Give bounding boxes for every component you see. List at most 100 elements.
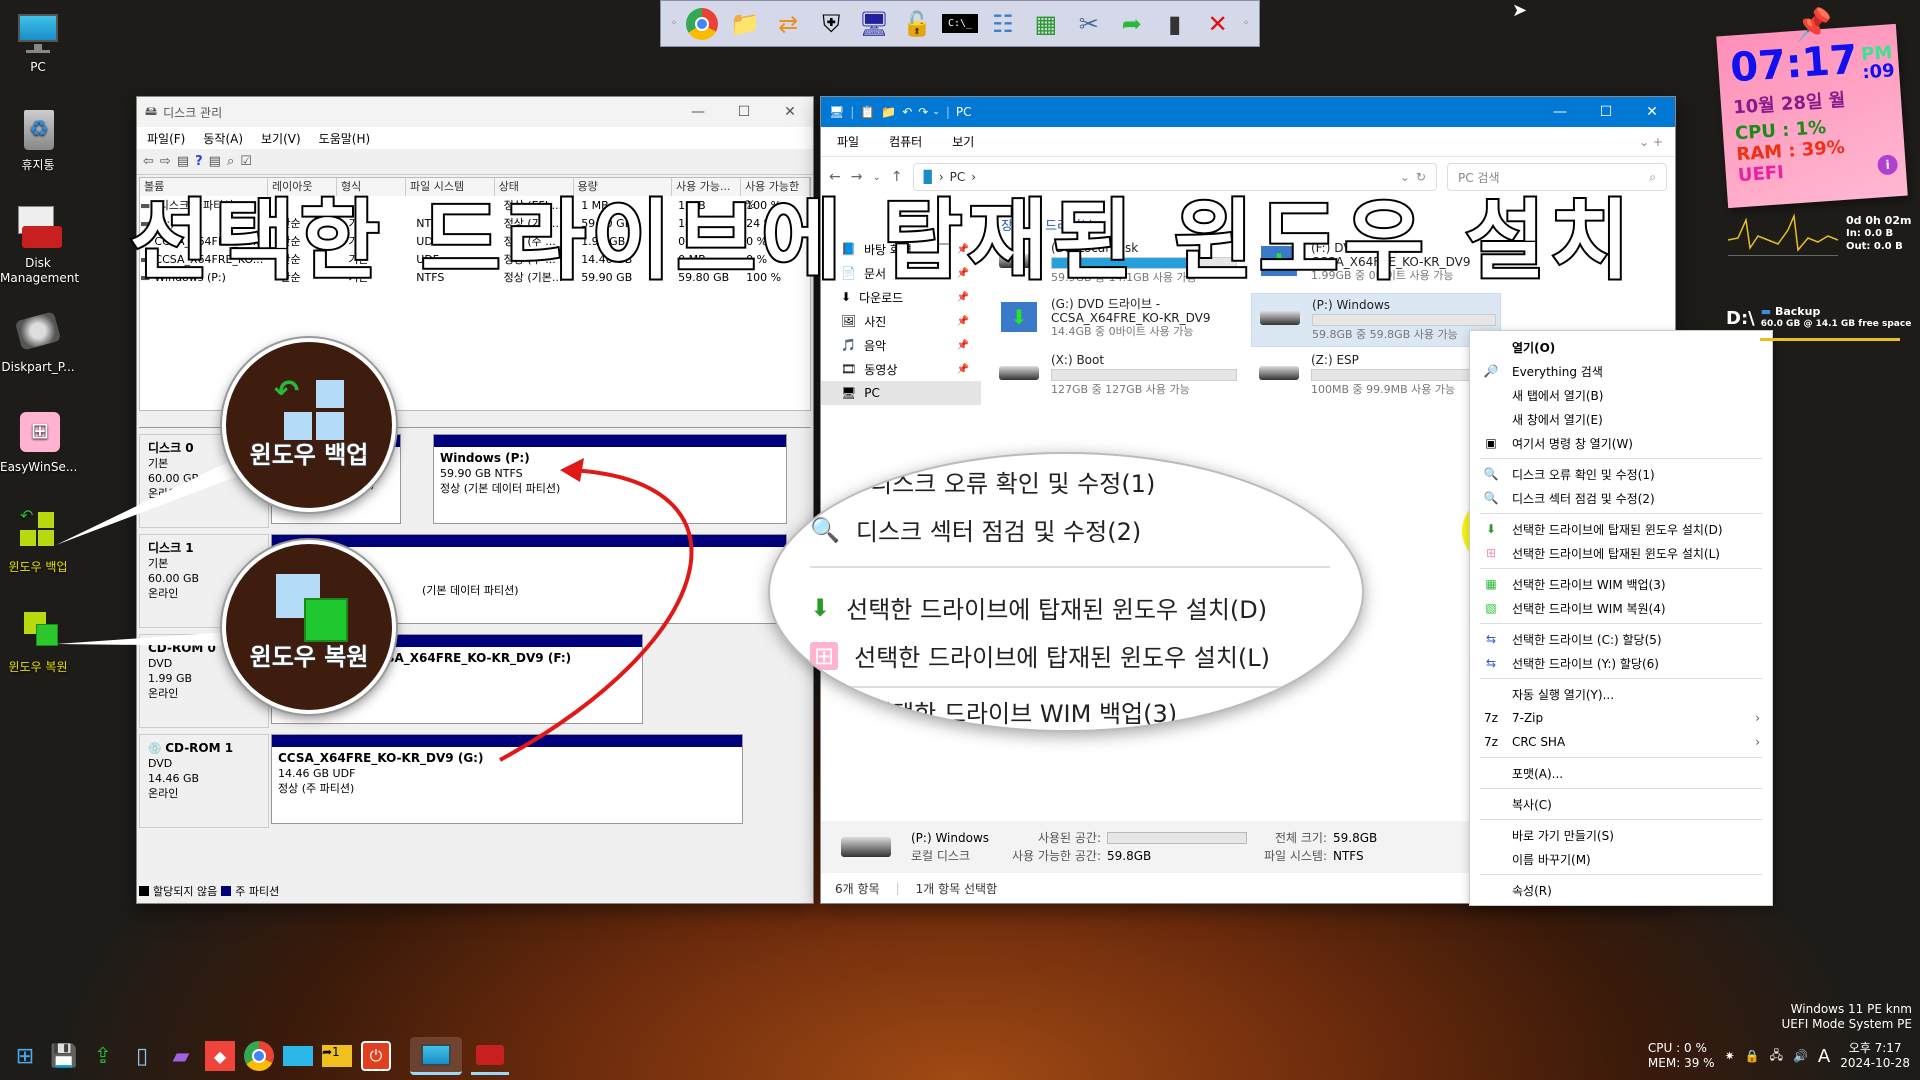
menu-item[interactable]: 속성(R): [1470, 878, 1772, 902]
maximize-button[interactable]: ☐: [721, 104, 767, 120]
partition-windows-p[interactable]: Windows (P:) 59.90 GB NTFS 정상 (기본 데이터 파티션): [433, 434, 787, 524]
toolbar-grip[interactable]: ◦: [671, 18, 677, 29]
partition-g[interactable]: CCSA_X64FRE_KO-KR_DV9 (G:) 14.46 GB UDF 정상…: [271, 734, 743, 824]
shield-icon[interactable]: ⛨: [810, 4, 853, 44]
menu-item[interactable]: 이름 바꾸기(M): [1470, 847, 1772, 871]
desktop-icon-disk-management[interactable]: Disk Management: [0, 204, 79, 286]
nav-item[interactable]: 🖥 PC: [821, 381, 981, 405]
menu-item[interactable]: 포맷(A)...: [1470, 761, 1772, 785]
console-tree-icon[interactable]: ▤: [177, 154, 189, 169]
taskbar-disk-management[interactable]: [471, 1037, 509, 1075]
sd-card-icon[interactable]: ▮: [1153, 4, 1196, 44]
tools-icon[interactable]: ✂: [1067, 4, 1110, 44]
start-icon[interactable]: ⊞: [6, 1037, 44, 1075]
help-icon[interactable]: ?: [195, 154, 203, 169]
taskbar-pc[interactable]: [410, 1037, 462, 1075]
transfer-icon[interactable]: ⇄: [767, 4, 810, 44]
menu-item[interactable]: 열기(O): [1470, 335, 1772, 359]
menu-item[interactable]: 7z CRC SHA ›: [1470, 730, 1772, 754]
desktop-icon-windows-backup[interactable]: ↶ 윈도우 백업: [0, 508, 76, 575]
action-pane-icon[interactable]: ▤: [209, 154, 221, 169]
menu-item[interactable]: ▣ 여기서 명령 창 열기(W): [1470, 431, 1772, 455]
menu-action[interactable]: 동작(A): [203, 130, 243, 147]
redo-icon[interactable]: ↷: [918, 105, 928, 119]
chrome-icon[interactable]: [240, 1037, 278, 1075]
menu-view[interactable]: 보기(V): [261, 130, 301, 147]
chrome-icon[interactable]: [681, 4, 724, 44]
desktop-icon-easywinsetup[interactable]: ⊞ EasyWinSe...: [0, 408, 77, 475]
drive-item[interactable]: ⬇ (G:) DVD 드라이브 - CCSA_X64FRE_KO-KR_DV9 14.…: [991, 293, 1241, 347]
desktop-icon-recycle-bin[interactable]: ♻ 휴지통: [0, 106, 76, 173]
new-folder-icon[interactable]: 📁: [881, 105, 896, 119]
display-icon[interactable]: [279, 1037, 317, 1075]
drive-lock-icon[interactable]: 🔓: [896, 4, 939, 44]
menu-item[interactable]: 자동 실행 열기(Y)...: [1470, 682, 1772, 706]
nav-item[interactable]: 🎵 음악 📌: [821, 333, 981, 357]
menu-item[interactable]: 복사(C): [1470, 792, 1772, 816]
menu-file[interactable]: 파일(F): [147, 130, 185, 147]
power-icon[interactable]: ⏻: [357, 1037, 395, 1075]
menu-item[interactable]: ⇆ 선택한 드라이브 (Y:) 할당(6): [1470, 651, 1772, 675]
display-icon[interactable]: 🖥: [853, 4, 896, 44]
cmd-icon[interactable]: C:\_: [939, 4, 982, 44]
anydesk-icon[interactable]: ◆: [201, 1037, 239, 1075]
tab-view[interactable]: 보기: [952, 133, 974, 150]
cd-rom-1[interactable]: 💿 CD-ROM 1 DVD 14.46 GB 온라인 CCSA_X64FRE_KO-…: [139, 734, 789, 828]
share-arrow-icon[interactable]: ➦: [1110, 4, 1153, 44]
back-icon[interactable]: ⇦: [143, 154, 154, 169]
shortcut-folder-icon[interactable]: ➦1: [318, 1037, 356, 1075]
menu-item[interactable]: 바로 가기 만들기(S): [1470, 823, 1772, 847]
menu-item[interactable]: ▧ 선택한 드라이브 WIM 복원(4): [1470, 596, 1772, 620]
maximize-button[interactable]: ☐: [1583, 104, 1629, 120]
expand-ribbon-icon[interactable]: ⌄ +: [1639, 135, 1663, 149]
menu-item[interactable]: ▦ 선택한 드라이브 WIM 백업(3): [1470, 572, 1772, 596]
desktop-icon-windows-restore[interactable]: 윈도우 복원: [0, 608, 76, 675]
fs-capture-icon[interactable]: ⇪: [84, 1037, 122, 1075]
close-button[interactable]: ✕: [767, 104, 813, 120]
tab-file[interactable]: 파일: [837, 133, 859, 150]
menu-item[interactable]: ⬇ 선택한 드라이브에 탑재된 윈도우 설치(D): [1470, 517, 1772, 541]
ime-indicator[interactable]: A: [1818, 1046, 1830, 1067]
info-icon[interactable]: i: [1876, 154, 1899, 176]
desktop-icon-diskpart[interactable]: Diskpart_P...: [0, 308, 76, 375]
tab-computer[interactable]: 컴퓨터: [889, 133, 922, 150]
folder-media-icon[interactable]: ▰: [162, 1037, 200, 1075]
drive-item[interactable]: (Z:) ESP 100MB 중 99.9MB 사용 가능: [1251, 349, 1501, 403]
toolbar-grip[interactable]: ◦: [1243, 18, 1249, 29]
menu-item[interactable]: 🔍 디스크 섹터 점검 및 수정(2): [1470, 486, 1772, 510]
close-button[interactable]: ✕: [1629, 104, 1675, 120]
activity-icon[interactable]: ✷: [1725, 1049, 1735, 1063]
connect-icon[interactable]: ⌕: [227, 154, 234, 169]
menu-item[interactable]: 🔍 디스크 오류 확인 및 수정(1): [1470, 462, 1772, 486]
menu-item[interactable]: ⇆ 선택한 드라이브 (C:) 할당(5): [1470, 627, 1772, 651]
nav-item[interactable]: 🎞 동영상 📌: [821, 357, 981, 381]
tray-clock[interactable]: 오후 7:17 2024-10-28: [1840, 1041, 1910, 1071]
menu-item[interactable]: 7z 7-Zip ›: [1470, 706, 1772, 730]
menu-item[interactable]: ⊞ 선택한 드라이브에 탑재된 윈도우 설치(L): [1470, 541, 1772, 565]
network-icon[interactable]: 🖧: [1770, 1046, 1783, 1067]
menu-item[interactable]: 🔎 Everything 검색: [1470, 359, 1772, 383]
network-card-icon[interactable]: ▦: [1024, 4, 1067, 44]
undo-icon[interactable]: ↶: [902, 105, 912, 119]
menu-help[interactable]: 도움말(H): [319, 130, 371, 147]
drive-item[interactable]: (X:) Boot 127GB 중 127GB 사용 가능: [991, 349, 1241, 403]
menu-item[interactable]: 새 창에서 열기(E): [1470, 407, 1772, 431]
disk-label[interactable]: 💿 CD-ROM 1 DVD 14.46 GB 온라인: [139, 734, 269, 828]
chevron-down-icon[interactable]: ⌄: [932, 107, 940, 117]
drive-item[interactable]: (P:) Windows 59.8GB 중 59.8GB 사용 가능: [1251, 293, 1501, 347]
menu-item[interactable]: 새 탭에서 열기(B): [1470, 383, 1772, 407]
minimize-button[interactable]: —: [1537, 104, 1583, 120]
properties-icon[interactable]: ☑: [240, 154, 252, 169]
properties-icon[interactable]: 📋: [860, 105, 875, 119]
desktop-icon-pc[interactable]: PC: [0, 8, 76, 75]
new-folder-icon[interactable]: 📁: [724, 4, 767, 44]
volume-icon[interactable]: 🔊: [1793, 1049, 1808, 1063]
close-icon[interactable]: ✕: [1196, 4, 1239, 44]
floppy-icon[interactable]: 💾: [45, 1037, 83, 1075]
forward-icon[interactable]: ⇨: [160, 154, 171, 169]
minimize-button[interactable]: —: [675, 104, 721, 120]
usb-icon[interactable]: 🔒: [1745, 1049, 1760, 1063]
file-icon[interactable]: ▯: [123, 1037, 161, 1075]
table-resize-icon[interactable]: ☷: [981, 4, 1024, 44]
nav-item[interactable]: 🖼 사진 📌: [821, 309, 981, 333]
